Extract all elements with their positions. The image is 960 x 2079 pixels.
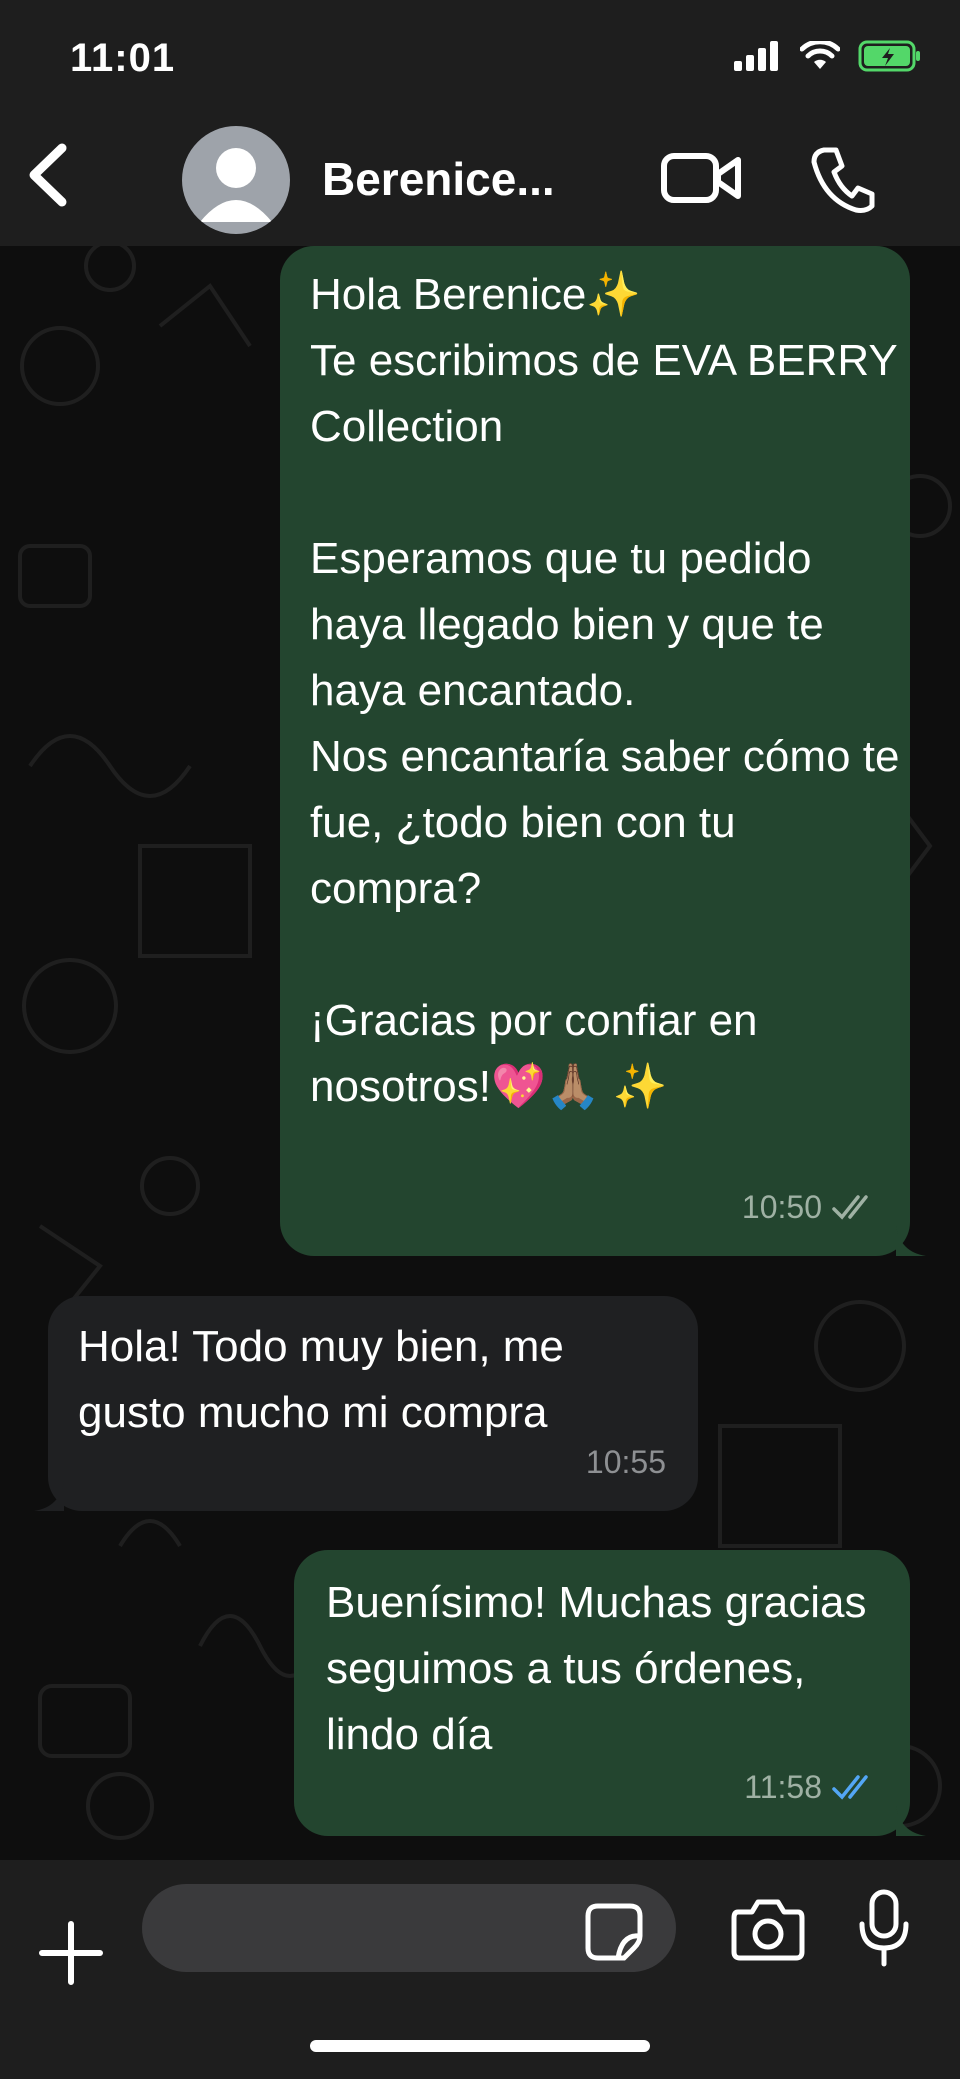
- bubble-tail: [896, 1806, 926, 1836]
- contact-name[interactable]: Berenice...: [322, 152, 592, 206]
- top-bar: 11:01 Berenice...: [0, 0, 960, 246]
- chat-header: Berenice...: [0, 110, 960, 246]
- phone-icon: [811, 147, 875, 213]
- home-indicator[interactable]: [310, 2040, 650, 2052]
- message-time: 10:55: [585, 1444, 666, 1480]
- chat-area[interactable]: Hola Berenice✨ Te escribimos de EVA BERR…: [0, 246, 960, 1860]
- message-bubble-outgoing[interactable]: Hola Berenice✨ Te escribimos de EVA BERR…: [280, 246, 926, 1256]
- message-bubble-incoming[interactable]: Hola! Todo muy bien, me gusto mucho mi c…: [34, 1296, 698, 1511]
- person-icon: [200, 148, 272, 222]
- message-text: Hola Berenice✨ Te escribimos de EVA BERR…: [310, 270, 900, 1111]
- battery-charging-icon: [858, 40, 920, 72]
- status-time: 11:01: [70, 36, 176, 80]
- attach-button[interactable]: [38, 1920, 104, 1986]
- double-check-icon: [832, 1195, 868, 1220]
- plus-icon: [39, 1921, 103, 1985]
- message-time: 10:50: [741, 1189, 822, 1225]
- chevron-left-icon: [29, 143, 67, 207]
- back-button[interactable]: [20, 140, 80, 210]
- message-time: 11:58: [744, 1769, 822, 1805]
- wifi-icon: [800, 41, 840, 69]
- sticker-button[interactable]: [584, 1902, 644, 1962]
- status-icons: [734, 40, 922, 72]
- message-text: Hola! Todo muy bien, me gusto mucho mi c…: [78, 1322, 577, 1437]
- microphone-button[interactable]: [856, 1888, 912, 1968]
- camera-icon: [731, 1899, 805, 1961]
- contact-avatar[interactable]: [182, 126, 290, 234]
- double-check-read-icon: [832, 1775, 868, 1800]
- sticker-icon: [585, 1903, 643, 1961]
- microphone-icon: [859, 1889, 909, 1967]
- message-meta: 10:55: [586, 1429, 666, 1495]
- video-call-button[interactable]: [660, 148, 744, 208]
- message-meta: 10:50: [742, 1174, 878, 1240]
- bubble-tail: [896, 1226, 926, 1256]
- bubble-tail: [34, 1481, 64, 1511]
- camera-button[interactable]: [730, 1896, 806, 1962]
- voice-call-button[interactable]: [810, 144, 876, 214]
- message-meta: 11:58: [744, 1754, 878, 1820]
- message-bubble-outgoing[interactable]: Buenísimo! Muchas gracias seguimos a tus…: [294, 1550, 926, 1836]
- cellular-signal-icon: [734, 41, 778, 71]
- video-camera-icon: [661, 153, 741, 203]
- message-text: Buenísimo! Muchas gracias seguimos a tus…: [326, 1578, 879, 1759]
